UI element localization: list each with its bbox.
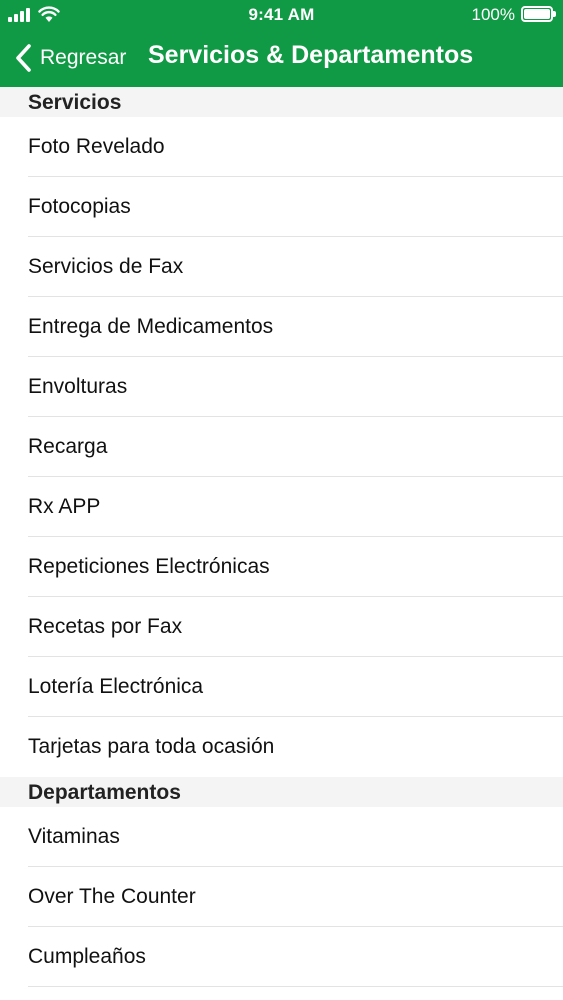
list-item-tarjetas-para-toda-ocasion[interactable]: Tarjetas para toda ocasión bbox=[0, 717, 563, 777]
list-item-cumpleanos[interactable]: Cumpleaños bbox=[0, 927, 563, 987]
navigation-bar: Regresar Servicios & Departamentos bbox=[0, 30, 563, 87]
page-title: Servicios & Departamentos bbox=[148, 41, 474, 69]
chevron-left-icon bbox=[16, 44, 31, 72]
list-item-fotocopias[interactable]: Fotocopias bbox=[0, 177, 563, 237]
list-item-servicios-de-fax[interactable]: Servicios de Fax bbox=[0, 237, 563, 297]
list-item-over-the-counter[interactable]: Over The Counter bbox=[0, 867, 563, 927]
back-button-label: Regresar bbox=[40, 46, 127, 69]
battery-icon bbox=[521, 6, 556, 22]
list-item-loteria-electronica[interactable]: Lotería Electrónica bbox=[0, 657, 563, 717]
list-item-foto-revelado[interactable]: Foto Revelado bbox=[0, 117, 563, 177]
section-header-servicios: Servicios bbox=[0, 87, 563, 117]
services-list: Servicios Foto Revelado Fotocopias Servi… bbox=[0, 87, 563, 987]
battery-percent: 100% bbox=[471, 5, 515, 24]
back-button[interactable]: Regresar bbox=[14, 40, 126, 76]
battery-fill bbox=[524, 9, 550, 19]
status-bar: 9:41 AM 100% bbox=[0, 0, 563, 30]
list-item-recetas-por-fax[interactable]: Recetas por Fax bbox=[0, 597, 563, 657]
list-item-entrega-de-medicamentos[interactable]: Entrega de Medicamentos bbox=[0, 297, 563, 357]
section-header-departamentos: Departamentos bbox=[0, 777, 563, 807]
list-item-repeticiones-electronicas[interactable]: Repeticiones Electrónicas bbox=[0, 537, 563, 597]
list-item-recarga[interactable]: Recarga bbox=[0, 417, 563, 477]
list-item-envolturas[interactable]: Envolturas bbox=[0, 357, 563, 417]
list-item-rx-app[interactable]: Rx APP bbox=[0, 477, 563, 537]
top-bar: 9:41 AM 100% Regresar Servicios & Depart… bbox=[0, 0, 563, 87]
list-item-vitaminas[interactable]: Vitaminas bbox=[0, 807, 563, 867]
